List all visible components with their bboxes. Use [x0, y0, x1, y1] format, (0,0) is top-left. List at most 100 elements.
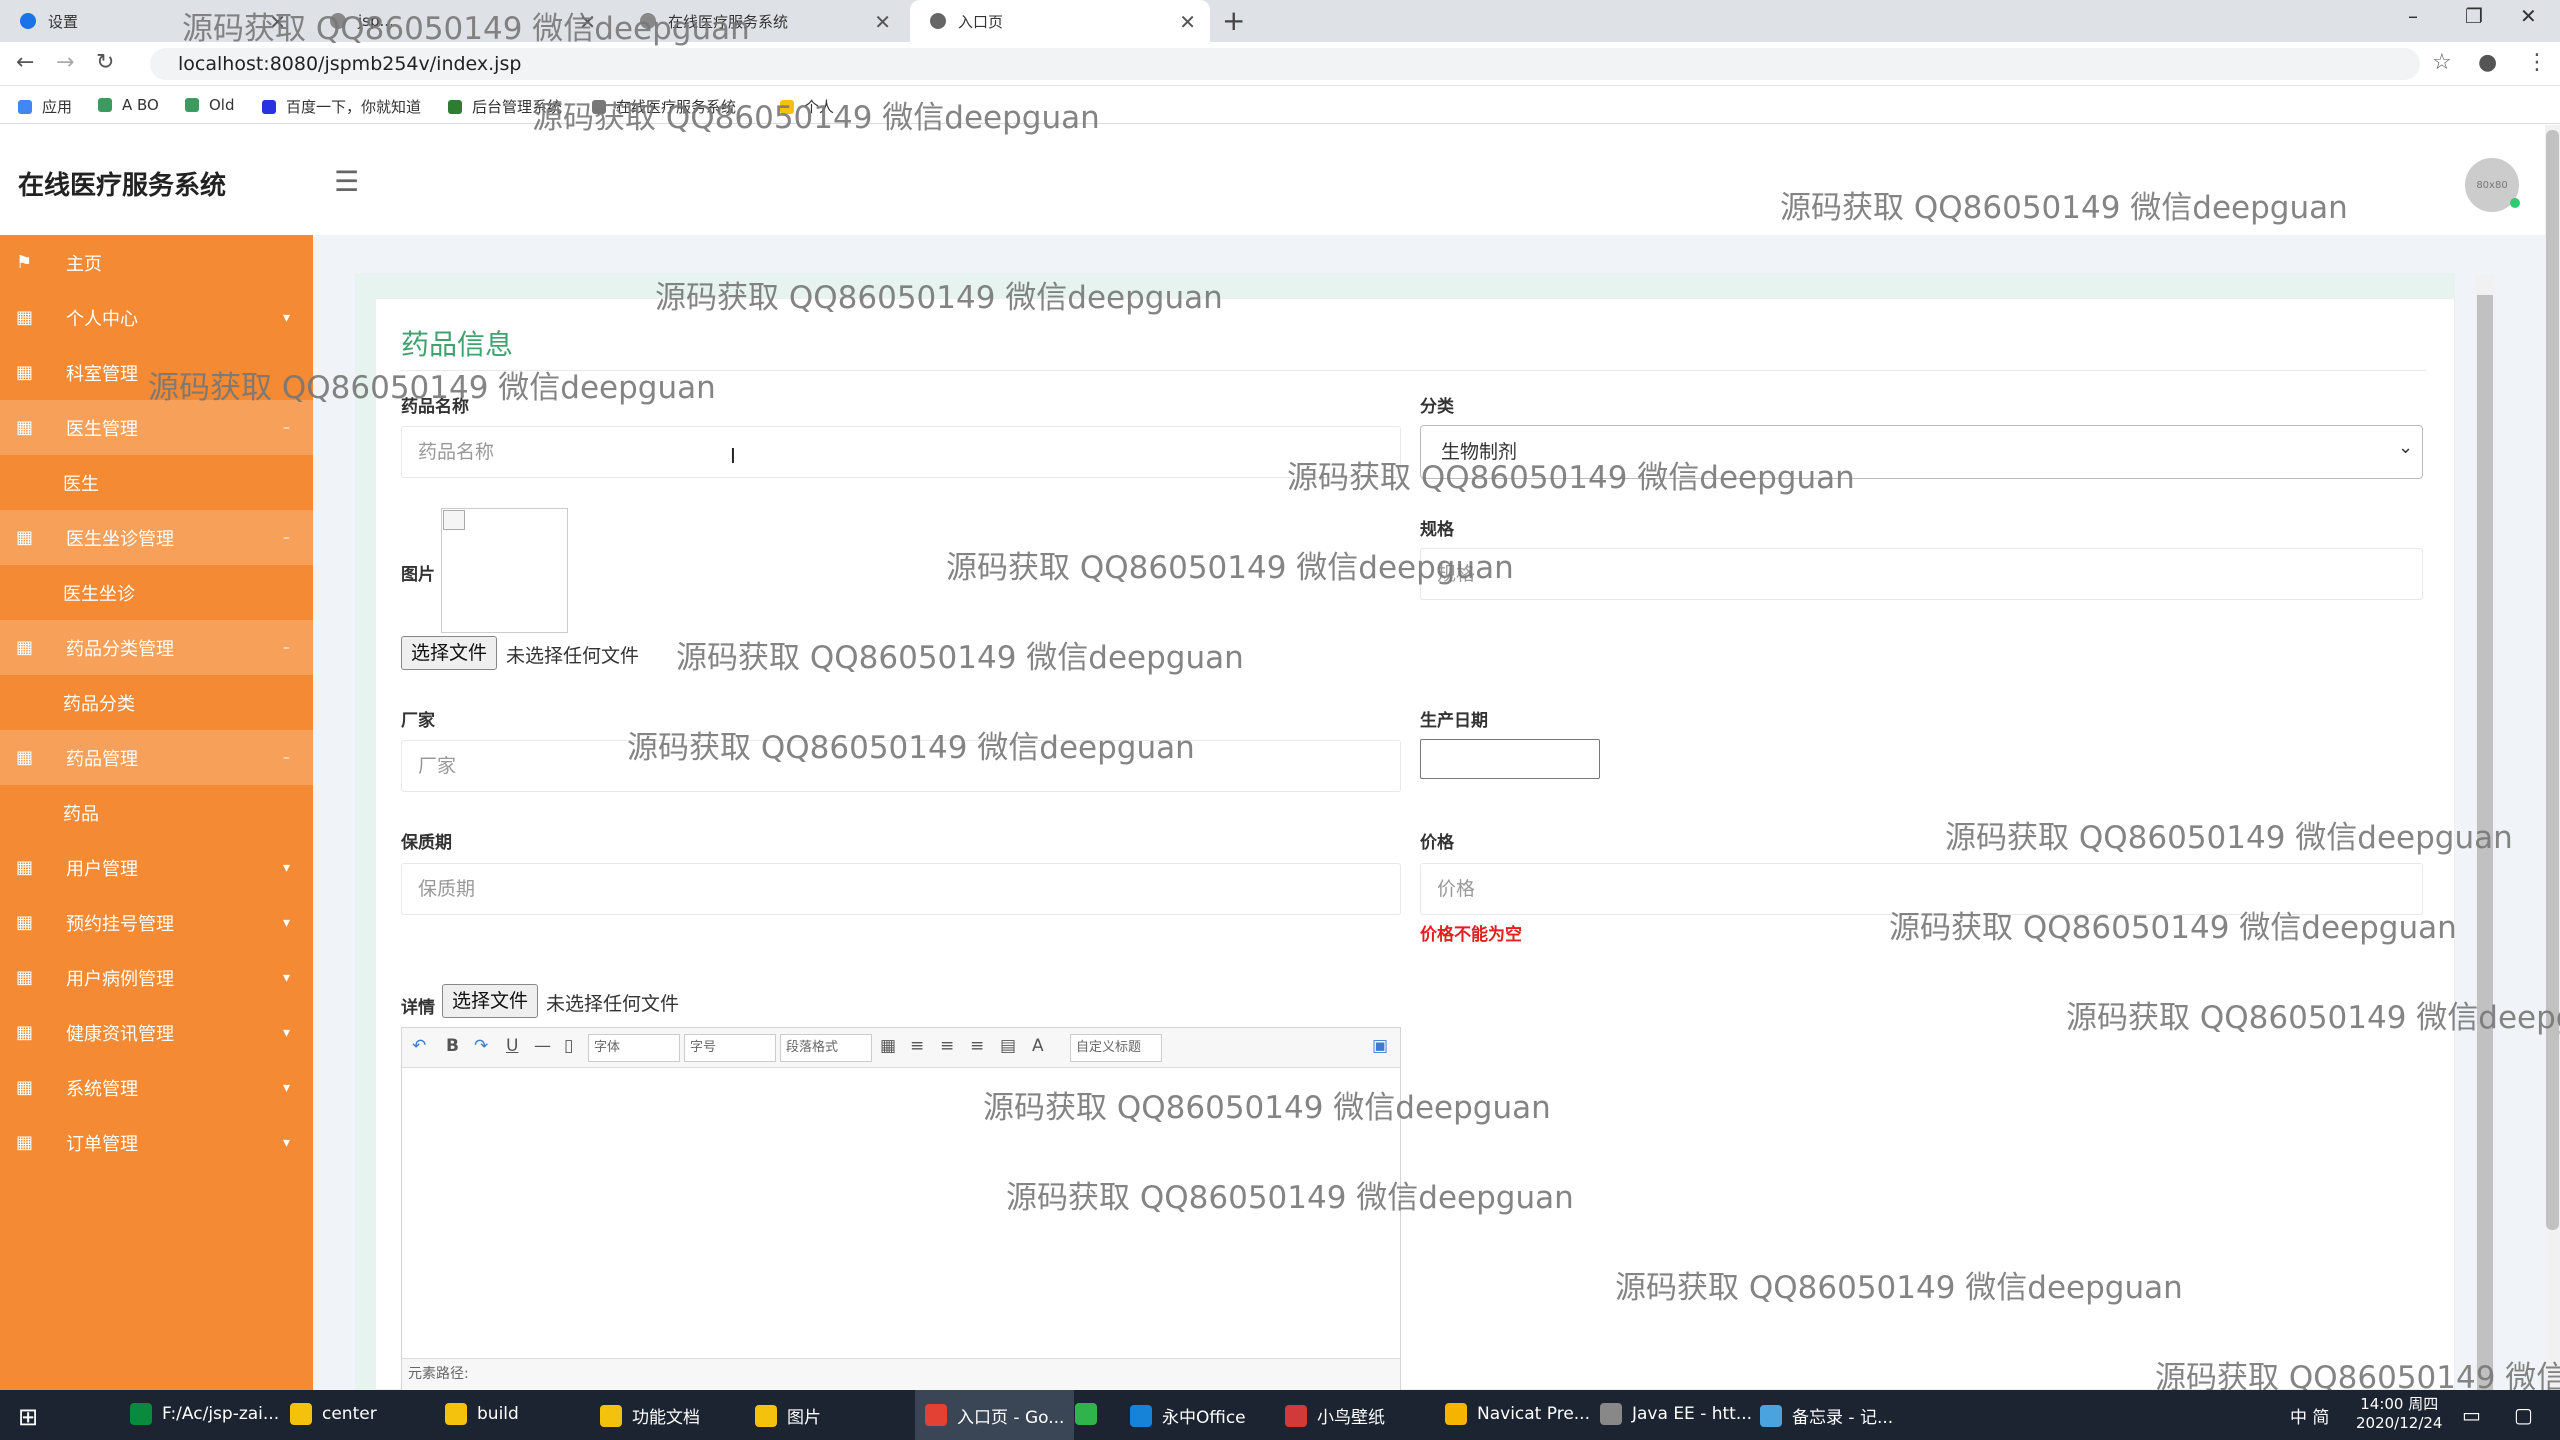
bookmark-abo[interactable]: A BO	[98, 96, 159, 114]
bookmark-apps[interactable]: 应用	[18, 96, 72, 117]
bookmark-label: 百度一下，你就知道	[286, 98, 422, 116]
production-date-input[interactable]	[1420, 739, 1600, 779]
profile-icon[interactable]: ●	[2478, 50, 2497, 75]
close-icon[interactable]: ✕	[1179, 10, 1196, 34]
name-input[interactable]: 药品名称	[401, 426, 1401, 478]
taskbar-item[interactable]: 功能文档	[600, 1403, 700, 1428]
detail-file-button[interactable]: 选择文件	[442, 984, 539, 1018]
sidebar-item-label: 健康资讯管理	[66, 1023, 174, 1045]
paragraph-format-select[interactable]: 段落格式	[780, 1034, 872, 1062]
new-tab-button[interactable]: +	[1222, 4, 1245, 37]
bold-icon[interactable]: B	[446, 1036, 459, 1056]
font-size-select[interactable]: 字号	[684, 1034, 776, 1062]
sidebar-item[interactable]: ▦ 医生坐诊管理 –	[0, 510, 313, 565]
tab-label: 设置	[48, 12, 79, 31]
grid-icon: ▦	[16, 1022, 34, 1043]
watermark: 源码获取 QQ86050149 微信deepguan	[182, 11, 750, 47]
sidebar-item[interactable]: ▦ 药品分类管理 –	[0, 620, 313, 675]
font-family-select[interactable]: 字体	[588, 1034, 680, 1062]
sidebar-item[interactable]: ▦ 药品管理 –	[0, 730, 313, 785]
notification-icon[interactable]: ▭	[2462, 1403, 2481, 1427]
justify-icon[interactable]: ▤	[1000, 1036, 1016, 1056]
taskbar-item[interactable]: center	[290, 1403, 377, 1425]
taskbar-item[interactable]: 小鸟壁纸	[1285, 1403, 1385, 1428]
forward-icon[interactable]: →	[56, 50, 74, 75]
watermark: 源码获取 QQ86050149 微信deepguan	[983, 1090, 1551, 1126]
windows-start-icon[interactable]: ⊞	[18, 1403, 38, 1431]
sidebar-item[interactable]: ▦ 订单管理 ▾	[0, 1115, 313, 1170]
taskbar-item[interactable]: 入口页 - Go...	[915, 1390, 1075, 1440]
sidebar-item[interactable]: 药品分类	[0, 675, 313, 730]
watermark: 源码获取 QQ86050149 微信deepguan	[148, 370, 716, 406]
menu-icon[interactable]: ⋮	[2526, 50, 2548, 75]
watermark: 源码获取 QQ86050149 微信deepguan	[1287, 460, 1855, 496]
taskbar-item-label: 入口页 - Go...	[957, 1407, 1065, 1428]
back-icon[interactable]: ←	[16, 50, 34, 75]
action-center-icon[interactable]: ▢	[2514, 1403, 2533, 1427]
sidebar-item[interactable]: ⚑ 主页	[0, 235, 313, 290]
sidebar-item[interactable]: 医生	[0, 455, 313, 510]
align-center-icon[interactable]: ≡	[940, 1036, 954, 1056]
expand-icon: ▾	[283, 969, 291, 986]
close-icon[interactable]: ✕	[874, 10, 891, 34]
taskbar-item-label: 永中Office	[1162, 1408, 1246, 1428]
undo-icon[interactable]: ↶	[412, 1036, 426, 1056]
star-icon[interactable]: ☆	[2432, 50, 2452, 75]
spec-input[interactable]: 规格	[1420, 548, 2423, 600]
sidebar-item[interactable]: ▦ 健康资讯管理 ▾	[0, 1005, 313, 1060]
font-color-icon[interactable]: A	[1032, 1036, 1044, 1056]
horizontal-rule-icon[interactable]: —	[534, 1036, 551, 1056]
sidebar-item[interactable]: 医生坐诊	[0, 565, 313, 620]
taskbar-item-label: 小鸟壁纸	[1317, 1408, 1385, 1428]
sidebar-item[interactable]: ▦ 系统管理 ▾	[0, 1060, 313, 1115]
input-method-indicator[interactable]: 中 简	[2290, 1403, 2329, 1428]
sidebar-item-label: 个人中心	[66, 308, 138, 330]
shelf-life-input[interactable]: 保质期	[401, 863, 1401, 915]
taskbar-item[interactable]: 图片	[755, 1403, 821, 1428]
taskbar-item[interactable]: F:/Ac/jsp-zai...	[130, 1403, 279, 1425]
sidebar-item-label: 用户病例管理	[66, 968, 174, 990]
gear-icon	[20, 13, 36, 29]
image-file-button[interactable]: 选择文件	[401, 636, 498, 670]
sidebar-item[interactable]: ▦ 用户管理 ▾	[0, 840, 313, 895]
bookmark-baidu[interactable]: 百度一下，你就知道	[262, 96, 421, 117]
underline-icon[interactable]: U	[506, 1036, 518, 1056]
sidebar-item[interactable]: ▦ 个人中心 ▾	[0, 290, 313, 345]
taskbar-item[interactable]: build	[445, 1403, 519, 1425]
grid-icon: ▦	[16, 967, 34, 988]
sidebar-item[interactable]: ▦ 用户病例管理 ▾	[0, 950, 313, 1005]
bookmark-old[interactable]: Old	[185, 96, 235, 114]
restore-button[interactable]: ❐	[2465, 4, 2483, 28]
sidebar-item-label: 医生管理	[66, 418, 138, 440]
custom-heading-select[interactable]: 自定义标题	[1070, 1034, 1162, 1062]
watermark: 源码获取 QQ86050149 微信deepguan	[946, 550, 1514, 586]
app-icon	[1285, 1404, 1307, 1427]
minimize-button[interactable]: –	[2408, 4, 2418, 28]
taskbar-item[interactable]: 永中Office	[1130, 1403, 1246, 1428]
tab-entry[interactable]: 入口页 ✕	[910, 0, 1210, 42]
align-right-icon[interactable]: ≡	[970, 1036, 984, 1056]
app-icon	[925, 1404, 947, 1426]
sidebar-item-label: 药品分类	[63, 693, 135, 715]
system-clock[interactable]: 14:00 周四 2020/12/24	[2356, 1395, 2442, 1433]
reload-icon[interactable]: ↻	[96, 50, 114, 75]
hamburger-icon[interactable]: ☰	[334, 165, 359, 198]
url-input[interactable]: localhost:8080/jspmb254v/index.jsp	[150, 48, 2420, 80]
taskbar-item[interactable]: 备忘录 - 记...	[1760, 1403, 1893, 1428]
sidebar-item[interactable]: ▦ 医生管理 –	[0, 400, 313, 455]
sidebar-item-label: 用户管理	[66, 858, 138, 880]
sidebar-item[interactable]: ▦ 预约挂号管理 ▾	[0, 895, 313, 950]
taskbar-item[interactable]	[1075, 1403, 1107, 1425]
sidebar-item-label: 医生坐诊	[63, 583, 135, 605]
taskbar-item[interactable]: Navicat Pre...	[1445, 1403, 1590, 1425]
fullscreen-icon[interactable]: ▣	[1372, 1036, 1388, 1056]
redo-icon[interactable]: ↷	[474, 1036, 488, 1056]
table-icon[interactable]: ▦	[880, 1036, 896, 1056]
sidebar-item[interactable]: 药品	[0, 785, 313, 840]
page-scrollbar-thumb[interactable]	[2546, 130, 2559, 1230]
sidebar: ⚑ 主页 ▦ 个人中心 ▾ ▦ 科室管理 ▦ 医生管理 – 医生 ▦ 医生坐诊管理 – 医生坐诊 ▦ 药品分类管…	[0, 235, 313, 1390]
window-close-button[interactable]: ✕	[2520, 4, 2537, 28]
align-left-icon[interactable]: ≡	[910, 1036, 924, 1056]
taskbar-item[interactable]: Java EE - htt...	[1600, 1403, 1752, 1425]
page-icon[interactable]: ▯	[564, 1036, 573, 1056]
